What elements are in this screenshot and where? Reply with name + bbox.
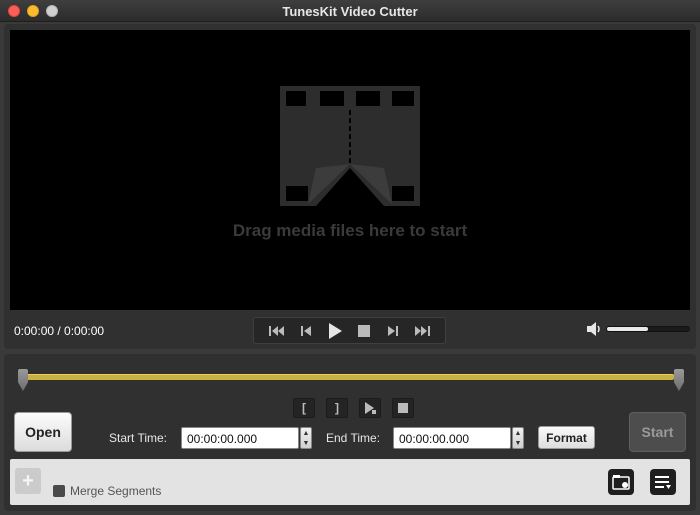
merge-bar: + Merge Segments — [10, 459, 690, 505]
start-time-label: Start Time: — [109, 431, 168, 445]
volume-level — [607, 327, 648, 331]
volume-icon[interactable] — [587, 322, 603, 336]
previous-icon[interactable] — [267, 321, 287, 341]
video-drop-area[interactable]: Drag media files here to start — [10, 30, 690, 310]
volume-slider[interactable] — [606, 326, 690, 332]
merge-segments-checkbox[interactable] — [53, 485, 65, 497]
mark-out-button[interactable]: ] — [326, 398, 348, 418]
mark-in-button[interactable]: [ — [293, 398, 315, 418]
start-trim-handle[interactable] — [18, 369, 28, 391]
play-icon[interactable] — [325, 321, 345, 341]
end-time-field[interactable]: 00:00:00.000 — [393, 427, 511, 449]
start-time-field[interactable]: 00:00:00.000 — [181, 427, 299, 449]
next-icon[interactable] — [412, 321, 432, 341]
task-list-icon[interactable] — [650, 469, 676, 495]
end-time-label: End Time: — [326, 431, 381, 445]
segment-controls: [ ] — [293, 398, 414, 418]
merge-segments-label: Merge Segments — [70, 484, 162, 498]
preview-segment-icon[interactable] — [359, 398, 381, 418]
step-forward-icon[interactable] — [383, 321, 403, 341]
start-button[interactable]: Start — [629, 412, 686, 452]
start-time-stepper[interactable]: ▲ ▼ — [300, 427, 312, 449]
end-trim-handle[interactable] — [674, 369, 684, 391]
edit-panel: [ ] Open Start Time: 00:00:00.000 ▲ ▼ End… — [4, 354, 696, 511]
timeline-track[interactable] — [26, 374, 674, 380]
add-segment-button[interactable]: + — [15, 468, 41, 494]
end-time-stepper[interactable]: ▲ ▼ — [512, 427, 524, 449]
window-title: TunesKit Video Cutter — [282, 4, 418, 19]
format-button[interactable]: Format — [538, 426, 595, 449]
playback-time: 0:00:00 / 0:00:00 — [14, 324, 105, 338]
transport-controls — [253, 317, 446, 344]
output-folder-icon[interactable] — [608, 469, 634, 495]
step-back-icon[interactable] — [296, 321, 316, 341]
preview-panel: Drag media files here to start 0:00:00 /… — [4, 24, 696, 349]
stop-icon[interactable] — [354, 321, 374, 341]
stop-segment-icon[interactable] — [392, 398, 414, 418]
open-button[interactable]: Open — [14, 412, 72, 452]
title-bar: TunesKit Video Cutter — [0, 0, 700, 22]
drop-hint-text: Drag media files here to start — [232, 221, 468, 240]
film-strip-icon — [280, 86, 420, 206]
